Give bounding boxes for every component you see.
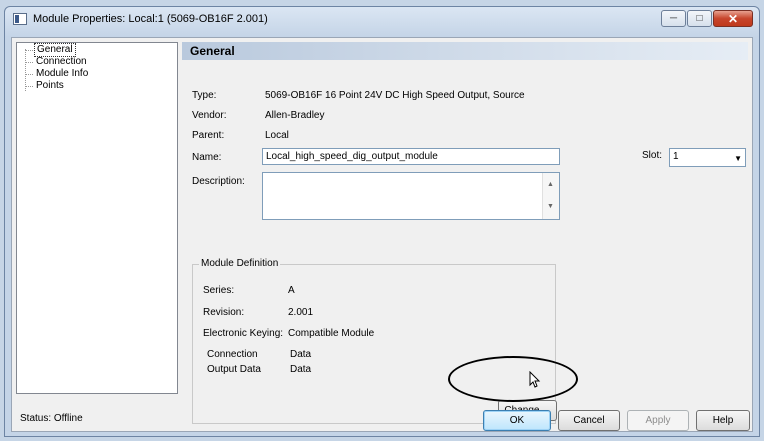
- dialog-body: General Connection Module Info Points Ge…: [11, 37, 753, 432]
- slot-select[interactable]: 1 ▼: [669, 148, 746, 167]
- tree-branch: [25, 62, 33, 63]
- tree-branch: [25, 74, 33, 75]
- tree-item-label: Module Info: [36, 68, 89, 79]
- ok-button[interactable]: OK: [483, 410, 551, 431]
- module-definition-title: Module Definition: [199, 258, 281, 269]
- module-properties-window: Module Properties: Local:1 (5069-OB16F 2…: [4, 6, 760, 437]
- general-panel: General Type: 5069-OB16F 16 Point 24V DC…: [182, 42, 748, 424]
- title-bar[interactable]: Module Properties: Local:1 (5069-OB16F 2…: [5, 7, 759, 33]
- description-scrollbar[interactable]: ▲ ▼: [542, 173, 559, 219]
- revision-label: Revision:: [203, 307, 245, 318]
- highlight-ellipse: [448, 356, 578, 402]
- maximize-icon[interactable]: □: [687, 10, 712, 27]
- connection-label: Connection: [207, 349, 258, 360]
- description-field[interactable]: ▲ ▼: [262, 172, 560, 220]
- parent-value: Local: [265, 130, 289, 141]
- slot-label: Slot:: [642, 150, 663, 161]
- window-controls: ─ □ ✕: [660, 10, 753, 27]
- tree-item-label: Connection: [36, 56, 87, 67]
- output-data-value: Data: [290, 364, 312, 375]
- tree-item-label: Points: [36, 80, 64, 91]
- keying-value: Compatible Module: [288, 328, 375, 339]
- series-value: A: [288, 285, 295, 296]
- apply-button[interactable]: Apply: [627, 410, 689, 431]
- scroll-down-icon[interactable]: ▼: [547, 201, 554, 213]
- slot-value: 1: [673, 151, 679, 162]
- output-data-label: Output Data: [207, 364, 261, 375]
- scroll-up-icon[interactable]: ▲: [547, 179, 554, 191]
- cancel-button[interactable]: Cancel: [558, 410, 620, 431]
- tree-connector: [25, 49, 26, 91]
- minimize-icon[interactable]: ─: [661, 10, 686, 27]
- section-header: General: [182, 42, 748, 60]
- category-tree: General Connection Module Info Points: [16, 42, 178, 394]
- series-label: Series:: [203, 285, 235, 296]
- name-label: Name:: [192, 152, 222, 163]
- window-icon: [13, 13, 27, 25]
- revision-value: 2.001: [288, 307, 314, 318]
- type-label: Type:: [192, 90, 217, 101]
- keying-label: Electronic Keying:: [203, 328, 284, 339]
- status-text: Status: Offline: [20, 413, 83, 424]
- connection-value: Data: [290, 349, 312, 360]
- description-label: Description:: [192, 176, 245, 187]
- close-icon[interactable]: ✕: [713, 10, 753, 27]
- tree-item-label: General: [34, 43, 76, 57]
- tree-branch: [25, 86, 33, 87]
- tree-branch: [25, 50, 33, 51]
- type-value: 5069-OB16F 16 Point 24V DC High Speed Ou…: [265, 90, 525, 101]
- name-field[interactable]: Local_high_speed_dig_output_module: [262, 148, 560, 165]
- vendor-label: Vendor:: [192, 110, 227, 121]
- window-title: Module Properties: Local:1 (5069-OB16F 2…: [33, 13, 268, 25]
- parent-label: Parent:: [192, 130, 225, 141]
- help-button[interactable]: Help: [696, 410, 750, 431]
- vendor-value: Allen-Bradley: [265, 110, 325, 121]
- chevron-down-icon[interactable]: ▼: [734, 154, 742, 163]
- pointer-cursor-icon: [529, 371, 541, 388]
